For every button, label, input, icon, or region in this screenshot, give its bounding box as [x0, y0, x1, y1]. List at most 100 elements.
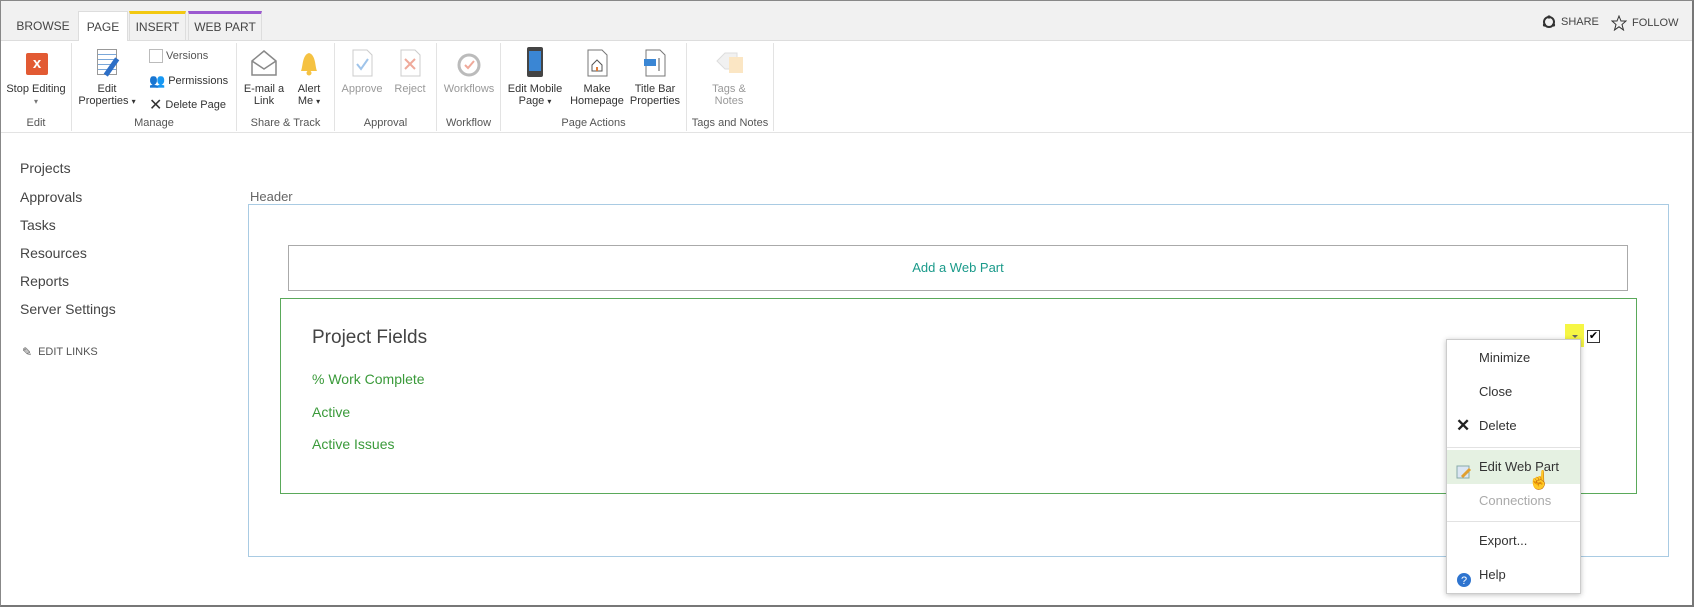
- versions-button[interactable]: Versions: [149, 49, 208, 63]
- mobile-label-1: Edit Mobile: [507, 83, 563, 95]
- group-workflow: Workflows Workflow: [437, 43, 501, 131]
- reject-button[interactable]: Reject: [390, 47, 430, 95]
- approve-button[interactable]: Approve: [339, 47, 385, 95]
- delete-icon: ✕: [149, 97, 163, 114]
- web-part-select-checkbox[interactable]: ✔: [1587, 330, 1600, 343]
- menu-item-delete[interactable]: ✕ Delete: [1447, 409, 1580, 443]
- share-icon: [1542, 15, 1556, 28]
- email-label-2: Link: [253, 95, 275, 107]
- nav-server-settings[interactable]: Server Settings: [20, 301, 116, 317]
- edit-properties-icon: [91, 47, 123, 79]
- alert-label-2: Me: [297, 95, 314, 107]
- group-manage: Edit Properties ▾ Versions 👥 Permissions ✕…: [72, 43, 237, 131]
- stop-editing-button[interactable]: x Stop Editing ▾: [3, 47, 69, 108]
- workflows-button[interactable]: Workflows: [441, 47, 497, 95]
- ribbon: x Stop Editing ▾ Edit Edit Properties ▾ Ve…: [1, 41, 1692, 133]
- delete-page-button[interactable]: ✕ Delete Page: [149, 95, 226, 115]
- tab-insert[interactable]: INSERT: [129, 11, 186, 42]
- web-part-project-fields: [280, 298, 1637, 494]
- versions-label: Versions: [166, 50, 209, 62]
- stop-editing-label: Stop Editing: [6, 83, 66, 95]
- menu-item-help[interactable]: ? Help: [1447, 558, 1580, 592]
- field-link[interactable]: Active: [312, 404, 350, 420]
- edit-links-button[interactable]: ✎ EDIT LINKS: [22, 345, 98, 359]
- field-link[interactable]: Active Issues: [312, 436, 394, 452]
- homepage-label-2: Homepage: [570, 95, 624, 107]
- title-bar-icon: [639, 47, 671, 79]
- permissions-icon: 👥: [149, 73, 166, 88]
- nav-approvals[interactable]: Approvals: [20, 189, 82, 205]
- menu-item-connections[interactable]: Connections: [1447, 484, 1580, 518]
- tab-page[interactable]: PAGE: [78, 11, 128, 42]
- tag-icon: [713, 47, 745, 79]
- share-label: SHARE: [1561, 16, 1599, 28]
- homepage-label-1: Make: [583, 83, 611, 95]
- menu-item-edit-web-part[interactable]: Edit Web Part: [1447, 450, 1580, 484]
- workflow-icon: [453, 47, 485, 79]
- nav-reports[interactable]: Reports: [20, 273, 69, 289]
- make-homepage-button[interactable]: Make Homepage: [569, 47, 625, 107]
- star-icon: [1611, 15, 1627, 31]
- tags-label-1: Tags &: [712, 83, 746, 95]
- edit-properties-label-2: Properties: [78, 95, 129, 107]
- workflows-label: Workflows: [443, 83, 495, 95]
- approve-label: Approve: [341, 83, 383, 95]
- alert-label-1: Alert: [297, 83, 321, 95]
- permissions-label: Permissions: [168, 75, 229, 87]
- menu-item-export[interactable]: Export...: [1447, 524, 1580, 558]
- zone-label: Header: [250, 189, 293, 204]
- hand-cursor-icon: ☝: [1528, 470, 1551, 490]
- homepage-icon: [581, 47, 613, 79]
- email-link-button[interactable]: E-mail a Link: [241, 47, 287, 107]
- title-bar-properties-button[interactable]: Title Bar Properties: [627, 47, 683, 107]
- tab-web-part[interactable]: WEB PART: [188, 11, 262, 42]
- edit-mobile-page-button[interactable]: Edit Mobile Page ▾: [505, 47, 565, 108]
- group-label-share: Share & Track: [250, 117, 321, 129]
- delete-label: Delete: [1479, 418, 1517, 433]
- web-part-context-menu: Minimize Close ✕ Delete Edit Web Part Con…: [1446, 339, 1581, 594]
- group-label-manage: Manage: [134, 117, 174, 129]
- menu-item-minimize[interactable]: Minimize: [1447, 341, 1580, 375]
- versions-icon: [149, 49, 163, 63]
- minimize-label: Minimize: [1479, 350, 1531, 365]
- menu-separator: [1447, 447, 1580, 448]
- group-label-approval: Approval: [363, 117, 408, 129]
- field-link[interactable]: % Work Complete: [312, 371, 425, 387]
- alert-me-button[interactable]: Alert Me ▾: [291, 47, 327, 108]
- nav-resources[interactable]: Resources: [20, 245, 87, 261]
- title-bar-label-1: Title Bar: [634, 83, 676, 95]
- group-approval: Approve Reject Approval: [335, 43, 437, 131]
- group-label-edit: Edit: [26, 117, 46, 129]
- nav-projects[interactable]: Projects: [20, 160, 71, 176]
- tab-browse[interactable]: BROWSE: [9, 11, 77, 42]
- pencil-icon: ✎: [22, 345, 33, 359]
- follow-button[interactable]: FOLLOW: [1611, 15, 1678, 31]
- export-label: Export...: [1479, 533, 1528, 548]
- group-label-tags: Tags and Notes: [691, 117, 769, 129]
- share-button[interactable]: SHARE: [1542, 15, 1599, 29]
- tags-notes-button[interactable]: Tags & Notes: [701, 47, 757, 107]
- help-icon: ?: [1456, 567, 1472, 587]
- help-label: Help: [1479, 567, 1506, 582]
- group-label-page-actions: Page Actions: [561, 117, 626, 129]
- svg-text:?: ?: [1461, 575, 1467, 587]
- follow-label: FOLLOW: [1632, 17, 1679, 29]
- title-bar-label-2: Properties: [629, 95, 681, 107]
- tags-label-2: Notes: [714, 95, 744, 107]
- delete-x-icon: ✕: [1456, 416, 1471, 435]
- group-page-actions: Edit Mobile Page ▾ Make Homepage Title Bar…: [501, 43, 687, 131]
- reject-icon: [394, 47, 426, 79]
- edit-properties-button[interactable]: Edit Properties ▾: [76, 47, 138, 108]
- email-icon: [248, 47, 280, 79]
- add-web-part-button[interactable]: Add a Web Part: [288, 245, 1628, 291]
- stop-editing-icon: x: [20, 47, 52, 79]
- group-share-track: E-mail a Link Alert Me ▾ Share & Track: [237, 43, 335, 131]
- menu-item-close[interactable]: Close: [1447, 375, 1580, 409]
- group-tags-notes: Tags & Notes Tags and Notes: [687, 43, 774, 131]
- group-edit: x Stop Editing ▾ Edit: [1, 43, 72, 131]
- permissions-button[interactable]: 👥 Permissions: [149, 73, 228, 89]
- close-label: Close: [1479, 384, 1513, 399]
- ribbon-tab-bar: BROWSE PAGE INSERT WEB PART SHARE FOLLOW: [1, 1, 1692, 42]
- delete-page-label: Delete Page: [165, 99, 226, 111]
- nav-tasks[interactable]: Tasks: [20, 217, 56, 233]
